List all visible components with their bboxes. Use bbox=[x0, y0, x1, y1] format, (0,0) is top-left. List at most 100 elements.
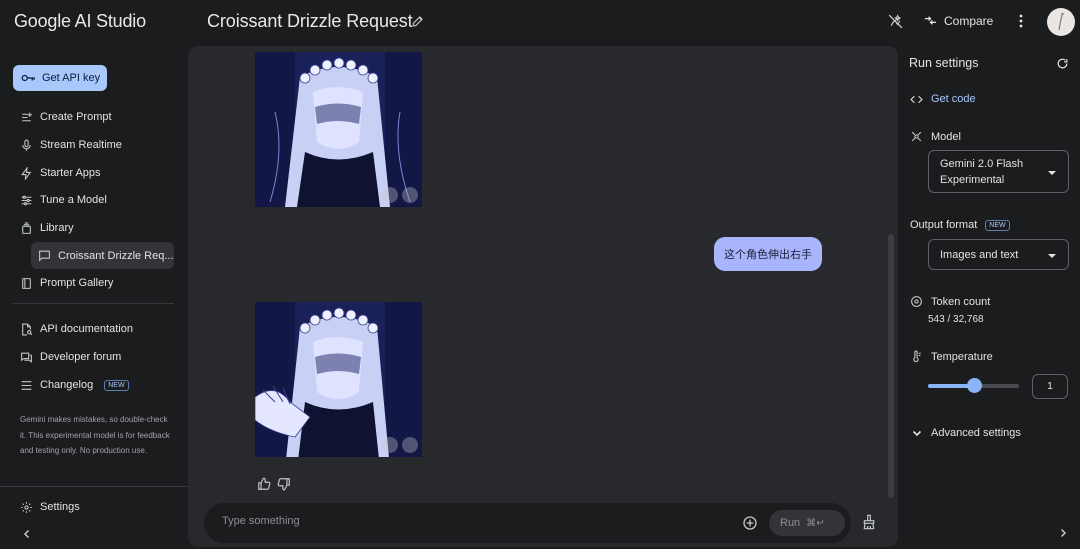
temperature-label: Temperature bbox=[931, 350, 993, 363]
thumbs-up-icon[interactable] bbox=[257, 477, 271, 491]
get-api-key-label: Get API key bbox=[42, 72, 101, 84]
settings-label: Settings bbox=[40, 501, 80, 513]
sidebar-item-prompt-gallery[interactable]: Prompt Gallery bbox=[20, 274, 113, 292]
model-icon bbox=[910, 130, 923, 143]
gear-icon bbox=[21, 501, 32, 513]
advanced-settings-label: Advanced settings bbox=[931, 427, 1021, 439]
bolt-icon bbox=[21, 166, 32, 180]
token-count-label: Token count bbox=[931, 295, 991, 308]
sidebar-item-stream-realtime[interactable]: Stream Realtime bbox=[20, 136, 122, 154]
key-icon bbox=[21, 73, 36, 83]
sidebar-divider bbox=[13, 303, 174, 304]
create-prompt-icon bbox=[22, 112, 32, 121]
dropdown-caret-icon bbox=[1048, 254, 1056, 258]
sidebar-link-label: API documentation bbox=[40, 323, 133, 335]
add-media-icon[interactable] bbox=[742, 515, 758, 531]
generated-image[interactable] bbox=[255, 302, 422, 457]
run-label: Run bbox=[780, 517, 801, 529]
collapse-panel-icon[interactable] bbox=[1058, 528, 1068, 538]
scrollbar[interactable] bbox=[888, 234, 894, 498]
sidebar-item-label: Starter Apps bbox=[40, 167, 101, 179]
sidebar-item-label: Prompt Gallery bbox=[40, 277, 114, 289]
download-icon[interactable] bbox=[382, 437, 398, 453]
sidebar-item-starter-apps[interactable]: Starter Apps bbox=[20, 164, 101, 182]
sidebar-item-label: Create Prompt bbox=[40, 111, 112, 123]
temperature-slider-thumb[interactable] bbox=[966, 378, 982, 393]
more-options-icon[interactable] bbox=[1014, 13, 1028, 29]
new-badge: NEW bbox=[104, 379, 129, 391]
library-icon bbox=[22, 222, 31, 234]
sidebar-link-api-docs[interactable]: API documentation bbox=[20, 320, 133, 338]
generated-image[interactable] bbox=[255, 52, 422, 207]
sidebar-settings[interactable]: Settings bbox=[20, 498, 80, 516]
disclaimer-text: Gemini makes mistakes, so double-check i… bbox=[20, 415, 170, 455]
model-select-value: Gemini 2.0 Flash Experimental bbox=[940, 158, 1024, 186]
expand-icon[interactable] bbox=[402, 437, 418, 453]
chevron-down-icon bbox=[912, 428, 922, 438]
sidebar-link-label: Developer forum bbox=[40, 351, 122, 363]
new-badge: NEW bbox=[985, 219, 1010, 231]
token-icon bbox=[910, 295, 923, 308]
tune-icon bbox=[21, 195, 32, 205]
get-code-label: Get code bbox=[931, 93, 976, 105]
library-item-croissant[interactable]: Croissant Drizzle Req... bbox=[31, 242, 174, 269]
sidebar-link-changelog[interactable]: Changelog NEW bbox=[20, 376, 129, 394]
sidebar-item-create-prompt[interactable]: Create Prompt bbox=[20, 108, 112, 126]
reset-icon[interactable] bbox=[1056, 57, 1069, 70]
no-sparkle-icon[interactable] bbox=[887, 13, 904, 30]
chat-panel: 这个角色伸出右手 Run ⌘↵ bbox=[188, 46, 898, 547]
thumbs-down-icon[interactable] bbox=[277, 477, 291, 491]
collapse-sidebar-icon[interactable] bbox=[22, 529, 32, 539]
temperature-slider[interactable] bbox=[928, 378, 1019, 393]
prompt-input[interactable] bbox=[222, 515, 702, 527]
output-format-label-row: Output format NEW bbox=[910, 219, 1010, 231]
compare-label: Compare bbox=[944, 13, 994, 28]
token-count-value: 543 / 32,768 bbox=[928, 314, 984, 325]
library-item-label: Croissant Drizzle Req... bbox=[58, 249, 174, 262]
sidebar-item-library[interactable]: Library bbox=[20, 219, 74, 237]
advanced-settings-toggle[interactable]: Advanced settings bbox=[912, 427, 1021, 439]
compare-icon bbox=[923, 13, 938, 28]
forum-icon bbox=[21, 352, 32, 363]
sidebar-link-label: Changelog bbox=[40, 379, 94, 391]
get-code-link[interactable]: Get code bbox=[910, 93, 976, 105]
run-button[interactable]: Run ⌘↵ bbox=[769, 510, 845, 536]
sidebar-item-label: Stream Realtime bbox=[40, 139, 122, 151]
sidebar-divider-bottom bbox=[0, 486, 188, 487]
gallery-icon bbox=[22, 277, 31, 289]
sidebar-item-label: Tune a Model bbox=[40, 194, 107, 206]
compare-button[interactable]: Compare bbox=[923, 13, 993, 28]
temperature-label-row: Temperature bbox=[910, 350, 993, 363]
avatar[interactable] bbox=[1047, 8, 1075, 36]
download-icon[interactable] bbox=[382, 187, 398, 203]
code-icon bbox=[910, 94, 923, 105]
run-shortcut: ⌘↵ bbox=[806, 517, 825, 529]
model-label: Model bbox=[931, 130, 961, 143]
output-format-label: Output format bbox=[910, 219, 978, 231]
doc-search-icon bbox=[22, 323, 33, 335]
model-select[interactable]: Gemini 2.0 Flash Experimental bbox=[928, 150, 1069, 193]
user-message-bubble: 这个角色伸出右手 bbox=[714, 237, 822, 271]
run-settings-title: Run settings bbox=[909, 56, 979, 70]
expand-icon[interactable] bbox=[402, 187, 418, 203]
model-label-row: Model bbox=[910, 130, 961, 143]
dropdown-caret-icon bbox=[1048, 171, 1056, 175]
microphone-icon bbox=[22, 139, 31, 151]
app-logo[interactable]: Google AI Studio bbox=[14, 11, 146, 32]
sidebar-item-label: Library bbox=[40, 222, 74, 234]
get-api-key-button[interactable]: Get API key bbox=[13, 65, 107, 91]
token-count-label-row: Token count bbox=[910, 295, 990, 308]
changelog-icon bbox=[21, 380, 32, 390]
thermometer-icon bbox=[910, 350, 923, 363]
page-title: Croissant Drizzle Request bbox=[207, 11, 413, 31]
prompt-bar: Run ⌘↵ bbox=[204, 503, 851, 543]
edit-title-icon[interactable] bbox=[411, 14, 425, 28]
output-format-value: Images and text bbox=[940, 249, 1019, 261]
output-format-select[interactable]: Images and text bbox=[928, 239, 1069, 270]
clear-chat-icon[interactable] bbox=[861, 513, 877, 531]
temperature-input[interactable]: 1 bbox=[1032, 374, 1068, 399]
sidebar-item-tune-model[interactable]: Tune a Model bbox=[20, 191, 107, 209]
sidebar-link-developer-forum[interactable]: Developer forum bbox=[20, 348, 121, 366]
chat-bubble-icon bbox=[39, 250, 50, 262]
feedback-buttons bbox=[257, 477, 291, 491]
